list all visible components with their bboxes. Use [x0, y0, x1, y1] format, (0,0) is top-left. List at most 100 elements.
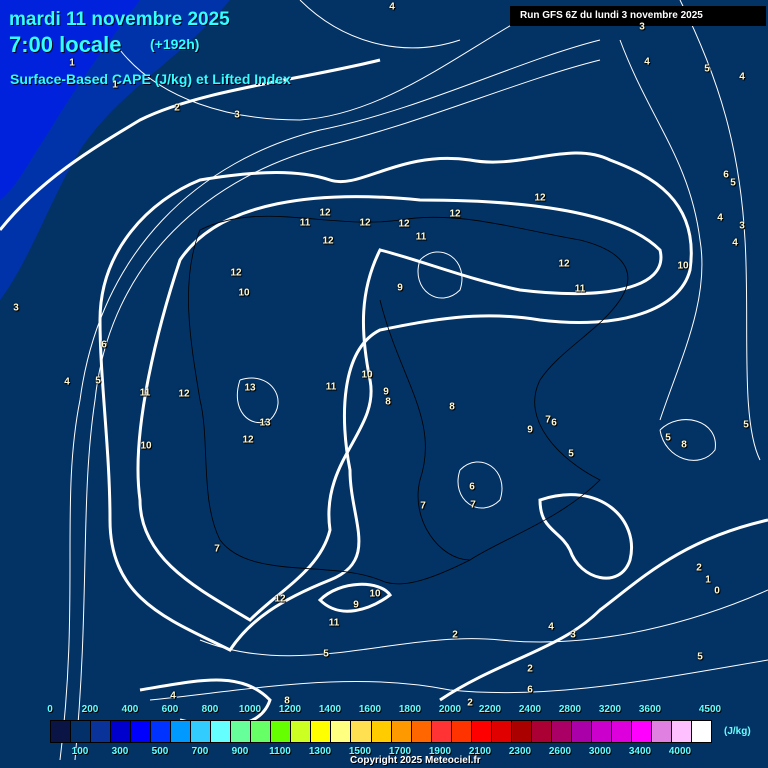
contour-label: 11 — [415, 231, 427, 243]
legend-tick-top: 2000 — [438, 704, 462, 715]
legend-tick-top: 3600 — [638, 704, 662, 715]
contour-label: 3 — [234, 109, 240, 121]
contour-label: 10 — [369, 588, 381, 600]
cape-map — [0, 0, 768, 768]
legend-swatch — [531, 721, 552, 742]
legend-tick-bottom: 100 — [71, 746, 89, 757]
contour-label: 1 — [69, 57, 75, 69]
contour-label: 1 — [705, 574, 711, 586]
contour-label: 7 — [545, 414, 551, 426]
legend-swatch — [231, 721, 252, 742]
parameter-title: Surface-Based CAPE (J/kg) et Lifted Inde… — [10, 71, 291, 87]
contour-label: 4 — [644, 56, 650, 68]
contour-label: 12 — [319, 207, 331, 219]
legend-tick-top: 2800 — [558, 704, 582, 715]
legend-swatch — [692, 721, 712, 742]
contour-label: 12 — [359, 217, 371, 229]
contour-label: 12 — [178, 388, 190, 400]
legend-tick-bottom: 4000 — [668, 746, 692, 757]
contour-label: 10 — [677, 260, 689, 272]
contour-label: 4 — [739, 71, 745, 83]
contour-label: 5 — [704, 63, 710, 75]
legend-tick-top: 1000 — [238, 704, 262, 715]
contour-label: 2 — [467, 697, 473, 709]
legend-unit: (J/kg) — [724, 726, 751, 737]
contour-label: 7 — [470, 499, 476, 511]
contour-label: 11 — [299, 217, 311, 229]
contour-label: 9 — [527, 424, 533, 436]
contour-label: 12 — [322, 235, 334, 247]
contour-label: 10 — [361, 369, 373, 381]
contour-label: 12 — [534, 192, 546, 204]
legend-swatch — [431, 721, 452, 742]
contour-label: 0 — [714, 585, 720, 597]
contour-label: 9 — [397, 282, 403, 294]
legend-swatch — [171, 721, 192, 742]
legend-tick-top: 1400 — [318, 704, 342, 715]
legend-swatch — [351, 721, 372, 742]
legend-swatch — [191, 721, 212, 742]
legend-tick-top: 400 — [121, 704, 139, 715]
legend-swatch — [291, 721, 312, 742]
contour-label: 5 — [730, 177, 736, 189]
contour-label: 5 — [697, 651, 703, 663]
legend-tick-bottom: 500 — [151, 746, 169, 757]
contour-label: 1 — [112, 79, 118, 91]
contour-label: 6 — [101, 339, 107, 351]
legend-swatch — [651, 721, 672, 742]
legend-tick-bottom: 300 — [111, 746, 129, 757]
contour-label: 11 — [139, 387, 151, 399]
copyright: Copyright 2025 Meteociel.fr — [350, 755, 481, 766]
contour-label: 5 — [95, 375, 101, 387]
legend-swatch — [591, 721, 612, 742]
legend-tick-bottom: 1100 — [269, 746, 291, 757]
legend-swatch — [471, 721, 492, 742]
legend-swatch — [571, 721, 592, 742]
contour-label: 2 — [174, 102, 180, 114]
contour-label: 3 — [639, 21, 645, 33]
contour-label: 2 — [527, 663, 533, 675]
legend-tick-bottom: 3400 — [628, 746, 652, 757]
legend-swatch — [91, 721, 112, 742]
legend-swatch — [631, 721, 652, 742]
contour-label: 8 — [449, 401, 455, 413]
contour-label: 6 — [469, 481, 475, 493]
legend-swatch — [411, 721, 432, 742]
contour-label: 4 — [717, 212, 723, 224]
legend-tick-bottom: 2600 — [548, 746, 572, 757]
legend-swatch — [511, 721, 532, 742]
legend-swatch — [271, 721, 292, 742]
forecast-date: mardi 11 novembre 2025 — [9, 9, 230, 30]
contour-label: 12 — [449, 208, 461, 220]
legend-tick-top: 600 — [161, 704, 179, 715]
contour-label: 3 — [570, 629, 576, 641]
contour-label: 11 — [325, 381, 337, 393]
contour-label: 4 — [732, 237, 738, 249]
contour-label: 12 — [274, 593, 286, 605]
legend-swatch — [391, 721, 412, 742]
legend-swatch — [451, 721, 472, 742]
legend-tick-top: 2400 — [518, 704, 542, 715]
legend-swatch — [151, 721, 172, 742]
contour-label: 7 — [420, 500, 426, 512]
contour-label: 4 — [389, 1, 395, 13]
legend-tick-top: 200 — [81, 704, 99, 715]
contour-label: 7 — [214, 543, 220, 555]
legend-tick-top: 1200 — [278, 704, 302, 715]
legend-swatch — [331, 721, 352, 742]
contour-label: 5 — [568, 448, 574, 460]
legend-swatch — [71, 721, 92, 742]
contour-label: 4 — [170, 690, 176, 702]
contour-label: 3 — [739, 220, 745, 232]
legend-tick-top: 3200 — [598, 704, 622, 715]
contour-label: 6 — [527, 684, 533, 696]
forecast-time: 7:00 locale — [9, 32, 122, 57]
forecast-lead-time: (+192h) — [150, 36, 200, 52]
contour-label: 5 — [743, 419, 749, 431]
contour-label: 4 — [64, 376, 70, 388]
legend-tick-top: 1800 — [398, 704, 422, 715]
legend-swatch — [551, 721, 572, 742]
legend-swatch — [311, 721, 332, 742]
color-legend — [50, 720, 712, 743]
legend-tick-top: 1600 — [358, 704, 382, 715]
